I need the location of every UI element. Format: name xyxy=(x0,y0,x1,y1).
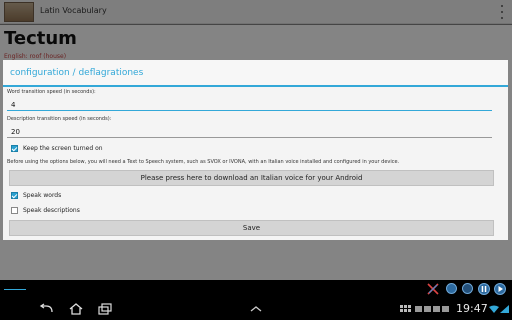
up-chevron-icon[interactable] xyxy=(248,303,264,315)
description-speed-field[interactable]: 20 xyxy=(7,125,492,138)
back-icon[interactable] xyxy=(38,303,54,315)
record-icon[interactable] xyxy=(462,283,473,294)
configuration-dialog: configuration / deflagrationes Word tran… xyxy=(3,60,508,240)
wifi-icon xyxy=(489,305,499,313)
pause-icon[interactable] xyxy=(478,283,490,295)
notification-icons[interactable] xyxy=(415,305,451,313)
clock[interactable]: 19:47 xyxy=(456,302,488,315)
description-speed-label: Description transition speed (in seconds… xyxy=(7,116,112,122)
screen: Latin Vocabulary Tectum English: roof (h… xyxy=(0,0,512,320)
keep-screen-on-checkbox[interactable] xyxy=(11,145,18,152)
recent-apps-icon[interactable] xyxy=(97,303,113,315)
indicator-line xyxy=(4,289,26,290)
speak-descriptions-label[interactable]: Speak descriptions xyxy=(23,207,80,214)
media-icon[interactable] xyxy=(446,283,457,294)
dialog-title: configuration / deflagrationes xyxy=(3,60,508,87)
signal-icon xyxy=(500,305,509,313)
speak-descriptions-checkbox[interactable] xyxy=(11,207,18,214)
word-speed-label: Word transition speed (in seconds): xyxy=(7,89,96,95)
home-icon[interactable] xyxy=(68,303,84,315)
save-button[interactable]: Save xyxy=(9,220,494,236)
download-voice-button[interactable]: Please press here to download an Italian… xyxy=(9,170,494,186)
tts-note: Before using the options below, you will… xyxy=(7,159,400,165)
word-speed-field[interactable]: 4 xyxy=(7,98,492,111)
grid-icon xyxy=(400,305,411,312)
speak-words-checkbox[interactable] xyxy=(11,192,18,199)
play-icon[interactable] xyxy=(494,283,506,295)
keep-screen-on-label[interactable]: Keep the screen turned on xyxy=(23,145,103,152)
tools-icon[interactable] xyxy=(427,283,439,295)
speak-words-label[interactable]: Speak words xyxy=(23,192,61,199)
